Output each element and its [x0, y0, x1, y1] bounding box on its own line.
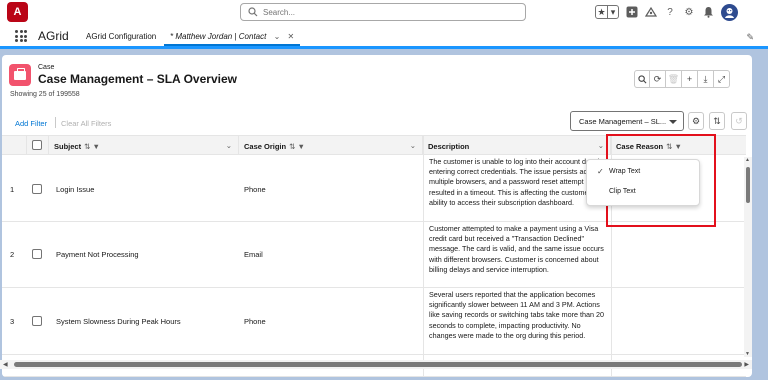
scroll-up-icon[interactable]: ▲: [745, 157, 750, 163]
sort-actions: ⇅: [709, 112, 725, 130]
case-origin-cell[interactable]: Email: [244, 250, 263, 259]
description-cell[interactable]: Several users reported that the applicat…: [429, 290, 609, 341]
add-icon[interactable]: [626, 6, 638, 18]
list-view-select[interactable]: Case Management – SL...: [570, 111, 684, 131]
favorites-button[interactable]: ★ ▾: [595, 5, 619, 19]
chevron-down-icon[interactable]: ⌄: [598, 141, 604, 150]
row-checkbox[interactable]: [32, 249, 42, 259]
menu-item-clip-text[interactable]: Clip Text: [587, 185, 699, 201]
select-all-header: [27, 136, 49, 155]
clear-filters-link[interactable]: Clear All Filters: [61, 119, 111, 128]
gear-icon[interactable]: ⚙: [683, 6, 695, 18]
sort-filter-icon[interactable]: ⇅ ▼: [289, 142, 305, 151]
search-placeholder: Search...: [263, 8, 296, 17]
column-divider: [423, 135, 424, 377]
toolbar-button-group: ⟳ 🗑 + ⤓ ⤢: [634, 70, 730, 88]
star-icon[interactable]: ★: [596, 6, 607, 18]
subject-cell[interactable]: Payment Not Processing: [56, 250, 139, 259]
tab-label: * Matthew Jordan | Contact: [170, 32, 267, 41]
column-header-case-origin[interactable]: Case Origin ⇅ ▼ ⌄: [239, 136, 423, 155]
global-header: A Search... ★ ▾ ? ⚙: [0, 0, 768, 25]
close-icon[interactable]: ✕: [288, 32, 295, 41]
chevron-down-icon[interactable]: ⌄: [410, 141, 416, 150]
horizontal-scrollbar[interactable]: ◀ ▶: [0, 360, 752, 369]
header-icons: ★ ▾ ? ⚙: [595, 3, 738, 21]
column-options-menu: ✓ Wrap Text Clip Text: [586, 159, 700, 206]
navigation-bar: AGrid AGrid Configuration * Matthew Jord…: [0, 25, 768, 49]
list-view-name: Case Management – SL...: [579, 117, 667, 126]
row-checkbox[interactable]: [32, 184, 42, 194]
avatar[interactable]: [721, 3, 738, 21]
view-actions: ⚙: [688, 112, 704, 130]
new-button[interactable]: +: [682, 70, 698, 88]
expand-button[interactable]: ⤢: [714, 70, 730, 88]
delete-button[interactable]: 🗑: [666, 70, 682, 88]
app-logo[interactable]: A: [7, 2, 28, 22]
app-launcher-icon[interactable]: [15, 30, 27, 42]
sort-filter-icon[interactable]: ⇅ ▼: [84, 142, 100, 151]
tab-matthew-jordan-contact[interactable]: * Matthew Jordan | Contact ⌄ ✕: [164, 25, 301, 46]
subject-cell[interactable]: System Slowness During Peak Hours: [56, 317, 181, 326]
row-checkbox[interactable]: [32, 316, 42, 326]
divider: [55, 117, 56, 128]
tab-agrid-configuration[interactable]: AGrid Configuration: [86, 32, 156, 41]
check-icon: ✓: [597, 167, 604, 176]
case-icon: [9, 64, 31, 86]
vertical-scrollbar[interactable]: ▲ ▼: [744, 157, 752, 357]
page-title: Case Management – SLA Overview: [38, 72, 237, 86]
row-number: 2: [10, 250, 15, 259]
refresh-button[interactable]: ⟳: [650, 70, 666, 88]
undo-button[interactable]: ↺: [731, 112, 747, 130]
menu-item-wrap-text[interactable]: ✓ Wrap Text: [587, 165, 699, 181]
table-row[interactable]: 3 System Slowness During Peak Hours Phon…: [2, 288, 746, 355]
record-count: Showing 25 of 199558: [10, 91, 80, 98]
scroll-thumb[interactable]: [14, 362, 742, 367]
app-name: AGrid: [38, 29, 69, 43]
trailhead-icon[interactable]: [645, 6, 657, 18]
chevron-down-icon[interactable]: ⌄: [226, 141, 232, 150]
settings-button[interactable]: ⚙: [688, 112, 704, 130]
table-row[interactable]: 2 Payment Not Processing Email Customer …: [2, 222, 746, 288]
case-origin-cell[interactable]: Phone: [244, 317, 266, 326]
row-number-header: [2, 136, 27, 155]
chevron-down-icon[interactable]: ⌄: [274, 32, 281, 41]
object-label: Case: [38, 64, 55, 71]
description-cell[interactable]: The customer is unable to log into their…: [429, 157, 609, 208]
case-origin-cell[interactable]: Phone: [244, 185, 266, 194]
undo-actions: ↺: [731, 112, 747, 130]
sort-button[interactable]: ⇅: [709, 112, 725, 130]
favorites-dropdown-icon[interactable]: ▾: [607, 6, 618, 18]
scroll-left-icon[interactable]: ◀: [3, 361, 8, 368]
download-button[interactable]: ⤓: [698, 70, 714, 88]
search-icon: [248, 7, 258, 17]
bell-icon[interactable]: [702, 6, 714, 18]
subject-cell[interactable]: Login Issue: [56, 185, 94, 194]
row-number: 1: [10, 185, 15, 194]
scroll-right-icon[interactable]: ▶: [744, 361, 749, 368]
column-header-subject[interactable]: Subject ⇅ ▼ ⌄: [49, 136, 239, 155]
row-number: 3: [10, 317, 15, 326]
tab-label: AGrid Configuration: [86, 32, 157, 41]
scroll-thumb[interactable]: [746, 167, 750, 203]
help-icon[interactable]: ?: [664, 6, 676, 18]
search-input[interactable]: Search...: [240, 3, 526, 21]
scroll-down-icon[interactable]: ▼: [745, 351, 750, 357]
column-header-description[interactable]: Description ⌄: [423, 136, 611, 155]
add-filter-link[interactable]: Add Filter: [15, 119, 47, 128]
description-cell[interactable]: Customer attempted to make a payment usi…: [429, 224, 609, 275]
edit-nav-icon[interactable]: ✎: [746, 32, 754, 43]
search-button[interactable]: [634, 70, 650, 88]
select-all-checkbox[interactable]: [32, 140, 42, 150]
caret-down-icon: [669, 120, 677, 124]
